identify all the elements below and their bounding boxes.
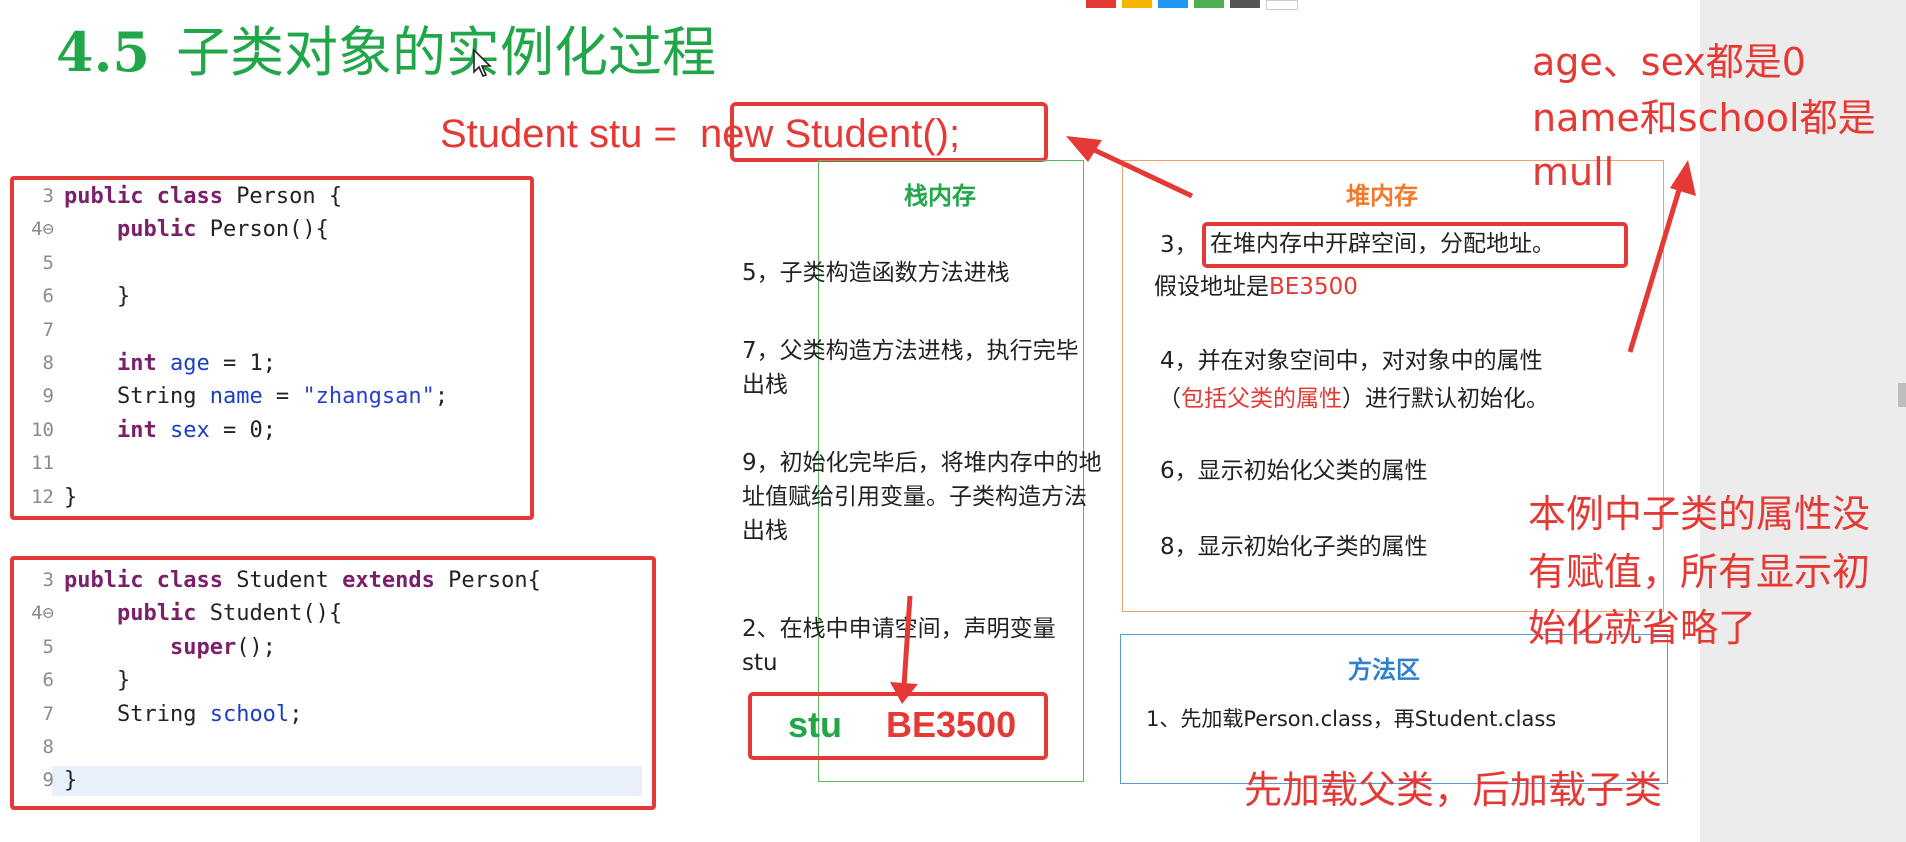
arrowhead-stack-icon [890,682,918,704]
arrow-heap-to-new [1088,145,1194,199]
arrow-heap-to-note [1627,179,1685,353]
arrow-to-stack-var [901,595,913,687]
annotation-arrows [890,136,1696,704]
arrowhead-note-icon [1670,160,1696,196]
